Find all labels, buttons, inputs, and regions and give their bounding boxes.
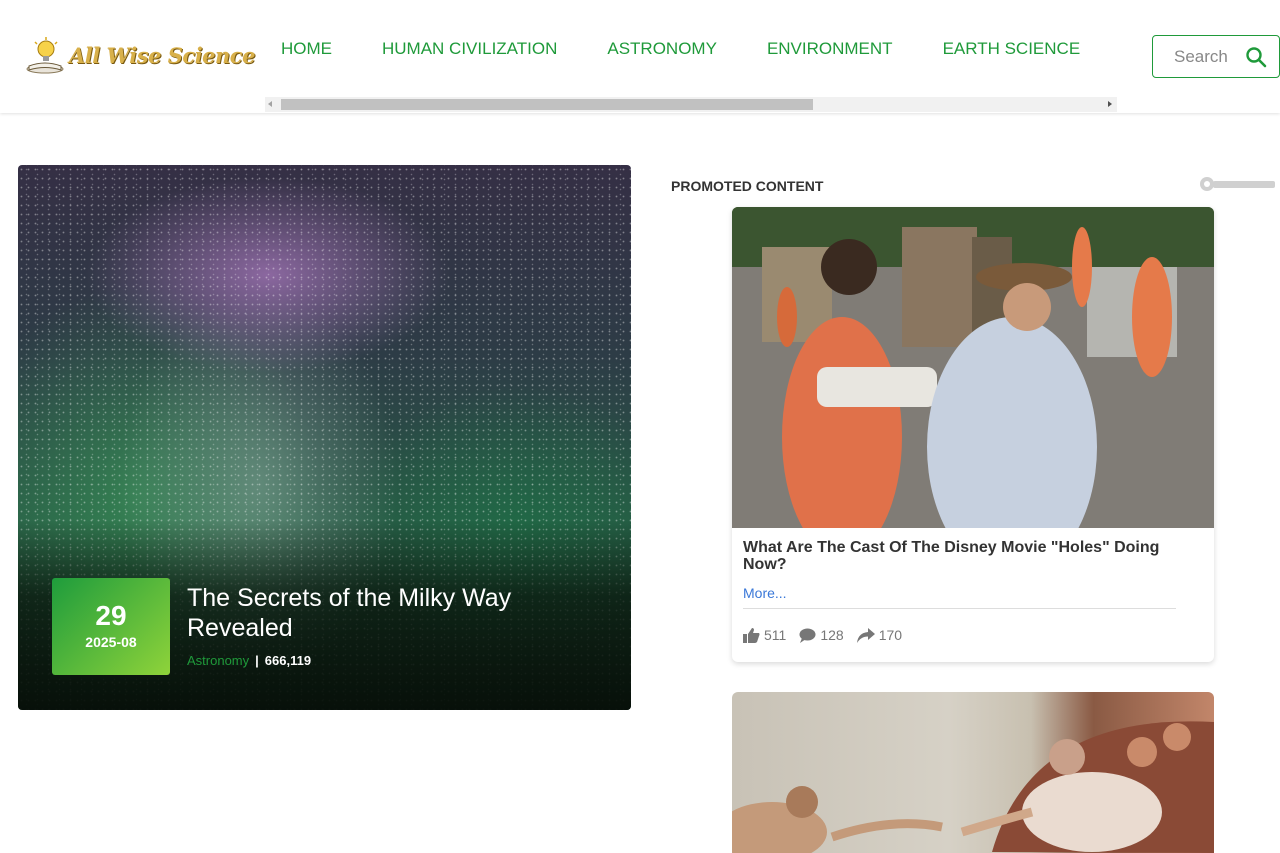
search-icon[interactable]: [1245, 46, 1267, 68]
nav-home[interactable]: HOME: [256, 38, 357, 60]
promoted-article-card-2[interactable]: [732, 692, 1214, 853]
lightbulb-book-icon: [25, 36, 65, 74]
more-link[interactable]: More...: [743, 585, 787, 601]
likes-count: 511: [764, 627, 787, 643]
comments-count: 128: [820, 627, 844, 643]
nav-environment[interactable]: ENVIRONMENT: [742, 38, 918, 60]
date-day: 29: [95, 600, 127, 631]
nav-earth-science[interactable]: EARTH SCIENCE: [918, 38, 1106, 60]
site-logo[interactable]: All Wise Science: [25, 35, 255, 75]
meta-separator: |: [255, 653, 259, 668]
likes-stat[interactable]: 511: [743, 627, 786, 643]
scrollbar-thumb[interactable]: [281, 99, 813, 110]
scroll-right-arrow-icon[interactable]: [1108, 101, 1112, 107]
thumbs-up-icon: [743, 627, 760, 643]
main-nav: HOME HUMAN CIVILIZATION ASTRONOMY ENVIRO…: [256, 38, 1105, 60]
promoted-article-image-2[interactable]: [732, 692, 1214, 853]
share-icon: [856, 627, 875, 643]
shares-count: 170: [878, 627, 903, 643]
article-view-count: 666,119: [264, 653, 312, 668]
engagement-stats: 511 128 170: [743, 627, 915, 643]
comments-stat[interactable]: 128: [799, 627, 844, 643]
comment-icon: [799, 628, 816, 643]
nav-human-civilization[interactable]: HUMAN CIVILIZATION: [357, 38, 582, 60]
featured-article-title[interactable]: The Secrets of the Milky Way Revealed: [187, 583, 567, 643]
adskeeper-logo[interactable]: [1199, 176, 1275, 192]
nav-horizontal-scrollbar[interactable]: [265, 97, 1117, 112]
nav-astronomy[interactable]: ASTRONOMY: [582, 38, 742, 60]
article-category-link[interactable]: Astronomy: [187, 653, 249, 668]
search-box: [1152, 35, 1280, 78]
promoted-content-heading: PROMOTED CONTENT: [671, 178, 824, 194]
scroll-left-arrow-icon[interactable]: [268, 101, 272, 107]
promoted-article-card[interactable]: What Are The Cast Of The Disney Movie "H…: [732, 207, 1214, 662]
promoted-article-image[interactable]: [732, 207, 1214, 528]
search-input[interactable]: [1174, 46, 1244, 67]
date-badge: 29 2025-08: [52, 578, 170, 675]
article-meta: Astronomy | 666,119: [187, 653, 311, 668]
promoted-article-title[interactable]: What Are The Cast Of The Disney Movie "H…: [743, 539, 1203, 573]
site-header: All Wise Science HOME HUMAN CIVILIZATION…: [0, 0, 1280, 113]
shares-stat[interactable]: 170: [856, 627, 903, 643]
featured-article-card[interactable]: 29 2025-08 The Secrets of the Milky Way …: [18, 165, 631, 710]
logo-text: All Wise Science: [69, 42, 255, 68]
divider: [743, 608, 1176, 609]
date-month: 2025-08: [85, 634, 137, 650]
